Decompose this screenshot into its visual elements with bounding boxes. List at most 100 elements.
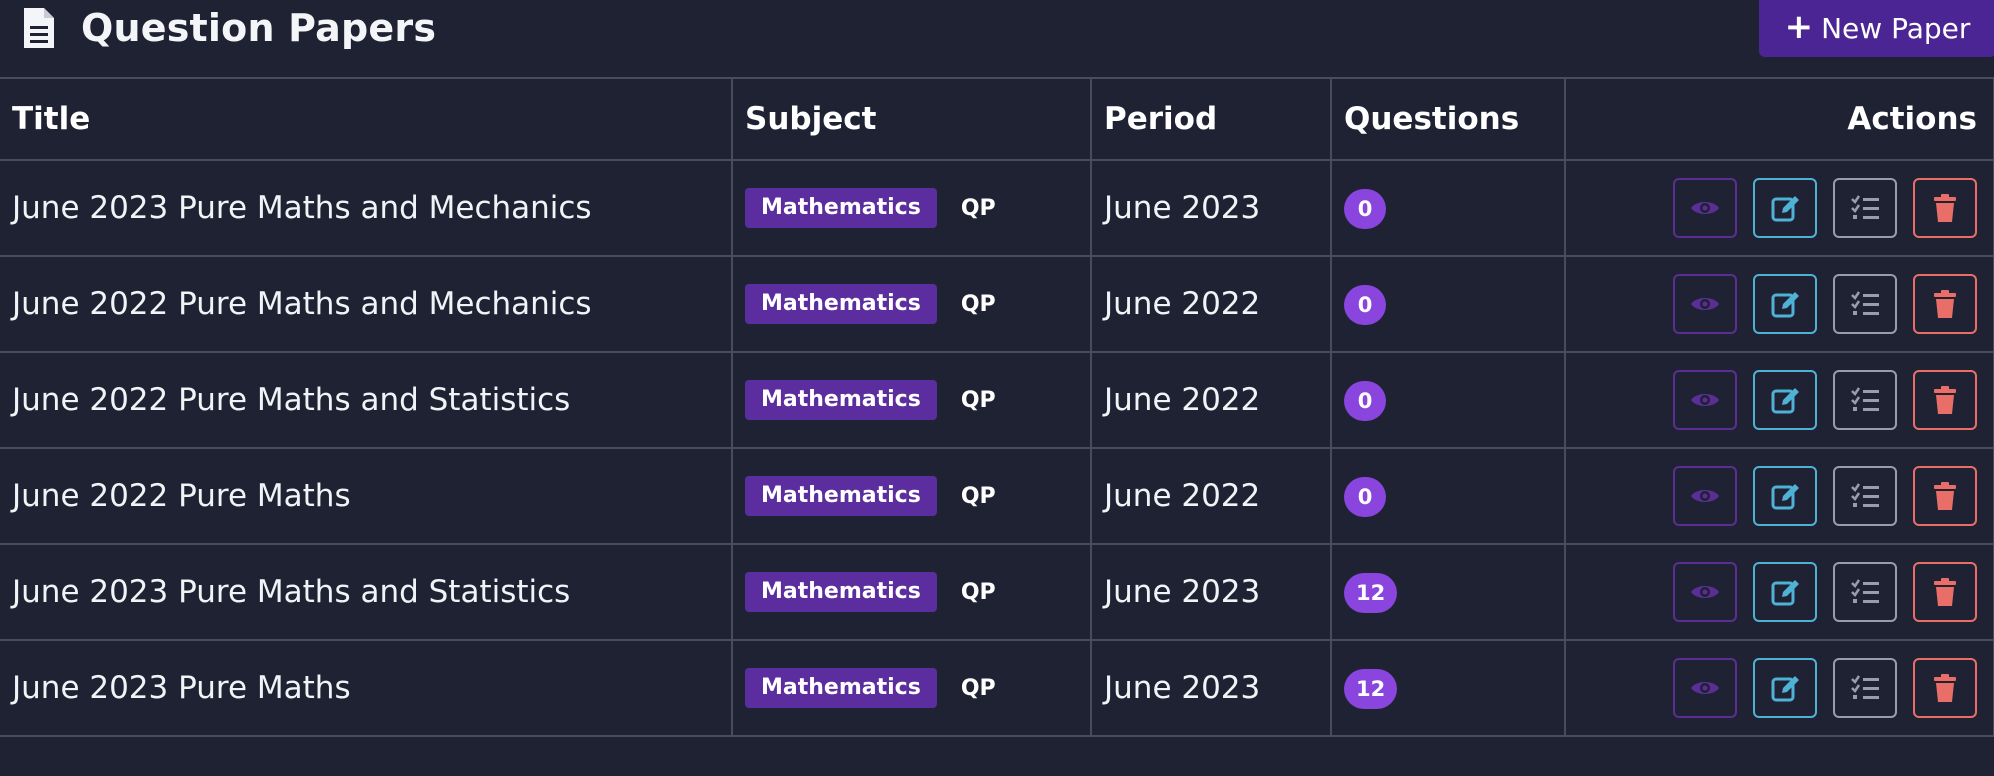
paper-type-label: QP [960, 291, 996, 317]
paper-title: June 2023 Pure Maths and Mechanics [0, 159, 733, 257]
eye-icon [1691, 202, 1719, 214]
subject-badge: Mathematics [745, 188, 937, 228]
paper-type-label: QP [960, 483, 996, 509]
paper-title: June 2023 Pure Maths and Statistics [0, 543, 733, 641]
view-button[interactable] [1673, 562, 1737, 622]
manage-questions-button[interactable] [1833, 466, 1897, 526]
delete-button[interactable] [1913, 466, 1977, 526]
edit-button[interactable] [1753, 466, 1817, 526]
view-button[interactable] [1673, 466, 1737, 526]
view-button[interactable] [1673, 178, 1737, 238]
question-papers-table: Title Subject Period Questions Actions J… [0, 77, 1994, 737]
questions-cell: 0 [1330, 255, 1566, 353]
subject-badge: Mathematics [745, 572, 937, 612]
delete-button[interactable] [1913, 274, 1977, 334]
subject-cell: Mathematics QP [731, 543, 1092, 641]
edit-icon [1771, 676, 1799, 702]
manage-questions-button[interactable] [1833, 658, 1897, 718]
trash-icon [1934, 578, 1956, 606]
new-paper-button[interactable]: + New Paper [1759, 0, 1994, 57]
eye-icon [1691, 394, 1719, 406]
question-count-badge: 12 [1344, 668, 1398, 709]
edit-button[interactable] [1753, 274, 1817, 334]
manage-questions-button[interactable] [1833, 370, 1897, 430]
view-button[interactable] [1673, 370, 1737, 430]
paper-type-label: QP [960, 195, 996, 221]
edit-icon [1771, 388, 1799, 414]
questions-cell: 0 [1330, 447, 1566, 545]
paper-title: June 2022 Pure Maths and Statistics [0, 351, 733, 449]
column-header-period[interactable]: Period [1090, 77, 1332, 161]
period-cell: June 2023 [1090, 159, 1332, 257]
paper-title: June 2023 Pure Maths [0, 639, 733, 737]
column-header-actions: Actions [1564, 77, 1994, 161]
questions-cell: 12 [1330, 639, 1566, 737]
paper-title: June 2022 Pure Maths [0, 447, 733, 545]
question-count-badge: 0 [1344, 380, 1386, 421]
eye-icon [1691, 298, 1719, 310]
document-icon [24, 8, 54, 48]
trash-icon [1934, 194, 1956, 222]
eye-icon [1691, 682, 1719, 694]
edit-button[interactable] [1753, 178, 1817, 238]
paper-type-label: QP [960, 387, 996, 413]
edit-icon [1771, 580, 1799, 606]
list-check-icon [1851, 387, 1879, 411]
list-check-icon [1851, 195, 1879, 219]
manage-questions-button[interactable] [1833, 178, 1897, 238]
table-row: June 2022 Pure Maths and Statistics Mathe… [0, 351, 1994, 449]
edit-button[interactable] [1753, 658, 1817, 718]
actions-cell [1564, 255, 1994, 353]
period-cell: June 2022 [1090, 447, 1332, 545]
edit-button[interactable] [1753, 370, 1817, 430]
edit-icon [1771, 484, 1799, 510]
questions-cell: 12 [1330, 543, 1566, 641]
table-header-row: Title Subject Period Questions Actions [0, 77, 1994, 161]
trash-icon [1934, 386, 1956, 414]
delete-button[interactable] [1913, 178, 1977, 238]
table-row: June 2022 Pure Maths Mathematics QP June 20… [0, 447, 1994, 545]
questions-cell: 0 [1330, 159, 1566, 257]
view-button[interactable] [1673, 658, 1737, 718]
delete-button[interactable] [1913, 562, 1977, 622]
manage-questions-button[interactable] [1833, 562, 1897, 622]
question-count-badge: 12 [1344, 572, 1398, 613]
actions-cell [1564, 543, 1994, 641]
subject-cell: Mathematics QP [731, 255, 1092, 353]
list-check-icon [1851, 579, 1879, 603]
page-title: Question Papers [81, 6, 437, 50]
column-header-questions[interactable]: Questions [1330, 77, 1566, 161]
column-header-title[interactable]: Title [0, 77, 733, 161]
paper-type-label: QP [960, 579, 996, 605]
column-header-subject[interactable]: Subject [731, 77, 1092, 161]
new-paper-button-label: New Paper [1821, 12, 1971, 45]
edit-icon [1771, 292, 1799, 318]
view-button[interactable] [1673, 274, 1737, 334]
actions-cell [1564, 351, 1994, 449]
subject-badge: Mathematics [745, 668, 937, 708]
questions-cell: 0 [1330, 351, 1566, 449]
question-count-badge: 0 [1344, 476, 1386, 517]
table-row: June 2022 Pure Maths and Mechanics Mathem… [0, 255, 1994, 353]
delete-button[interactable] [1913, 658, 1977, 718]
list-check-icon [1851, 675, 1879, 699]
page-header: Question Papers + New Paper [0, 0, 1994, 77]
table-row: June 2023 Pure Maths and Statistics Mathe… [0, 543, 1994, 641]
subject-badge: Mathematics [745, 380, 937, 420]
subject-badge: Mathematics [745, 284, 937, 324]
list-check-icon [1851, 291, 1879, 315]
subject-cell: Mathematics QP [731, 351, 1092, 449]
trash-icon [1934, 674, 1956, 702]
actions-cell [1564, 639, 1994, 737]
question-count-badge: 0 [1344, 188, 1386, 229]
subject-cell: Mathematics QP [731, 159, 1092, 257]
subject-badge: Mathematics [745, 476, 937, 516]
table-row: June 2023 Pure Maths and Mechanics Mathem… [0, 159, 1994, 257]
manage-questions-button[interactable] [1833, 274, 1897, 334]
plus-icon: + [1784, 7, 1814, 47]
paper-type-label: QP [960, 675, 996, 701]
edit-button[interactable] [1753, 562, 1817, 622]
delete-button[interactable] [1913, 370, 1977, 430]
period-cell: June 2023 [1090, 639, 1332, 737]
list-check-icon [1851, 483, 1879, 507]
